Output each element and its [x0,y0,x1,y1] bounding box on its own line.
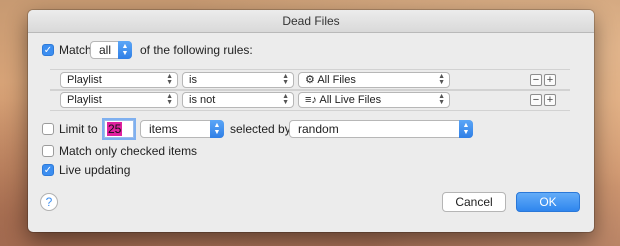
popup-arrows-icon: ▲ ▼ [210,120,224,138]
match-checked-label: Match only checked items [59,144,198,158]
rule-field-value: Playlist [67,74,102,86]
popup-arrows-icon: ▲ ▼ [166,93,173,106]
match-checked-checkbox[interactable] [42,145,54,157]
popup-arrows-icon: ▲ ▼ [438,93,445,106]
popup-arrows-icon: ▲ ▼ [282,73,289,86]
selected-by-label: selected by [230,122,291,136]
window-title: Dead Files [28,10,594,33]
rule-value-text: All Live Files [319,94,382,106]
help-button[interactable]: ? [40,193,58,211]
match-rules-label: of the following rules: [140,43,253,57]
rule-operator-popup[interactable]: is not ▲ ▼ [182,92,294,108]
match-all-popup[interactable]: all ▲ ▼ [90,41,132,59]
rule-operator-popup[interactable]: is ▲ ▼ [182,72,294,88]
popup-arrows-icon: ▲ ▼ [438,73,445,86]
ok-button[interactable]: OK [516,192,580,212]
limit-unit-popup[interactable]: items ▲ ▼ [140,120,224,138]
help-icon: ? [45,195,53,209]
rule-row: Playlist ▲ ▼ is ▲ ▼ ⚙ All Files ▲ ▼ − + [50,69,570,91]
rule-value-popup[interactable]: ⚙ All Files ▲ ▼ [298,72,450,88]
limit-count-field[interactable]: 25 [104,120,134,138]
remove-rule-button[interactable]: − [530,94,542,106]
gear-icon: ⚙ [305,74,315,86]
limit-count-value: 25 [107,122,123,136]
limit-label: Limit to [59,122,98,136]
rule-field-value: Playlist [67,94,102,106]
limit-unit-value: items [149,122,178,136]
remove-rule-button[interactable]: − [530,74,542,86]
selected-by-value: random [298,122,339,136]
playlist-icon: ≡♪ [305,94,317,106]
selected-by-popup[interactable]: random ▲ ▼ [289,120,473,138]
rule-operator-value: is [189,74,197,86]
add-rule-button[interactable]: + [544,94,556,106]
add-rule-button[interactable]: + [544,74,556,86]
rule-field-popup[interactable]: Playlist ▲ ▼ [60,72,178,88]
limit-checkbox[interactable] [42,123,54,135]
rule-operator-value: is not [189,94,216,106]
match-checkbox[interactable]: ✓ [42,44,54,56]
popup-arrows-icon: ▲ ▼ [166,73,173,86]
rule-field-popup[interactable]: Playlist ▲ ▼ [60,92,178,108]
match-label: Match [59,43,92,57]
match-all-value: all [99,43,112,57]
rule-value-popup[interactable]: ≡♪ All Live Files ▲ ▼ [298,92,450,108]
smart-playlist-dialog: Dead Files ✓ Match all ▲ ▼ of the followi… [28,10,594,232]
rule-value-text: All Files [317,74,356,86]
popup-arrows-icon: ▲ ▼ [282,93,289,106]
live-updating-label: Live updating [59,163,131,177]
popup-arrows-icon: ▲ ▼ [118,41,132,59]
checkmark-icon: ✓ [43,164,53,176]
cancel-button[interactable]: Cancel [442,192,506,212]
rule-row: Playlist ▲ ▼ is not ▲ ▼ ≡♪ All Live Files … [50,89,570,111]
checkmark-icon: ✓ [43,44,53,56]
live-updating-checkbox[interactable]: ✓ [42,164,54,176]
popup-arrows-icon: ▲ ▼ [459,120,473,138]
